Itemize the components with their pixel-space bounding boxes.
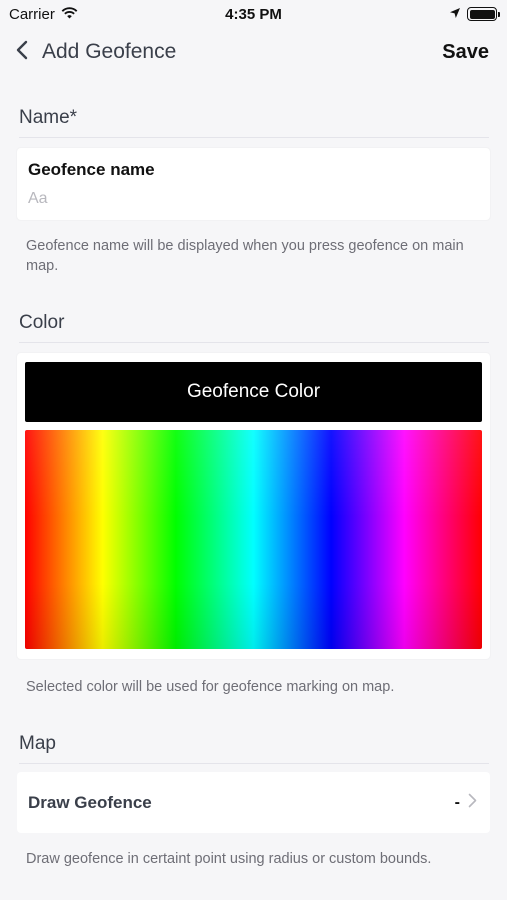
color-picker-card: Geofence Color: [17, 353, 490, 659]
page-title: Add Geofence: [42, 40, 177, 63]
back-chevron-icon[interactable]: [16, 40, 28, 65]
map-helper-text: Draw geofence in certaint point using ra…: [26, 851, 432, 867]
back-button[interactable]: Add Geofence: [16, 40, 176, 65]
name-helper-text: Geofence name will be displayed when you…: [26, 238, 464, 274]
draw-geofence-value: -: [454, 793, 460, 811]
color-helper-text: Selected color will be used for geofence…: [26, 679, 395, 695]
color-spectrum-picker[interactable]: [25, 430, 482, 649]
color-preview-label: Geofence Color: [186, 381, 321, 402]
geofence-name-input[interactable]: [28, 188, 468, 210]
geofence-name-card: Geofence name: [17, 148, 490, 220]
name-section-header: Name*: [19, 107, 489, 138]
color-section-header: Color: [19, 312, 489, 343]
geofence-name-label: Geofence name: [28, 160, 155, 179]
color-preview-swatch: Geofence Color: [25, 362, 482, 422]
map-section-header: Map: [19, 733, 489, 764]
draw-geofence-label: Draw Geofence: [28, 792, 152, 812]
battery-icon: [467, 7, 500, 21]
save-button[interactable]: Save: [442, 41, 489, 64]
chevron-right-icon: [468, 793, 477, 813]
draw-geofence-row[interactable]: Draw Geofence -: [17, 772, 490, 833]
spectrum-shading: [25, 430, 482, 649]
status-bar: Carrier 4:35 PM: [0, 0, 507, 28]
status-time: 4:35 PM: [225, 6, 282, 23]
navigation-bar: Add Geofence Save: [0, 28, 507, 76]
draw-geofence-accessory: -: [455, 793, 477, 813]
